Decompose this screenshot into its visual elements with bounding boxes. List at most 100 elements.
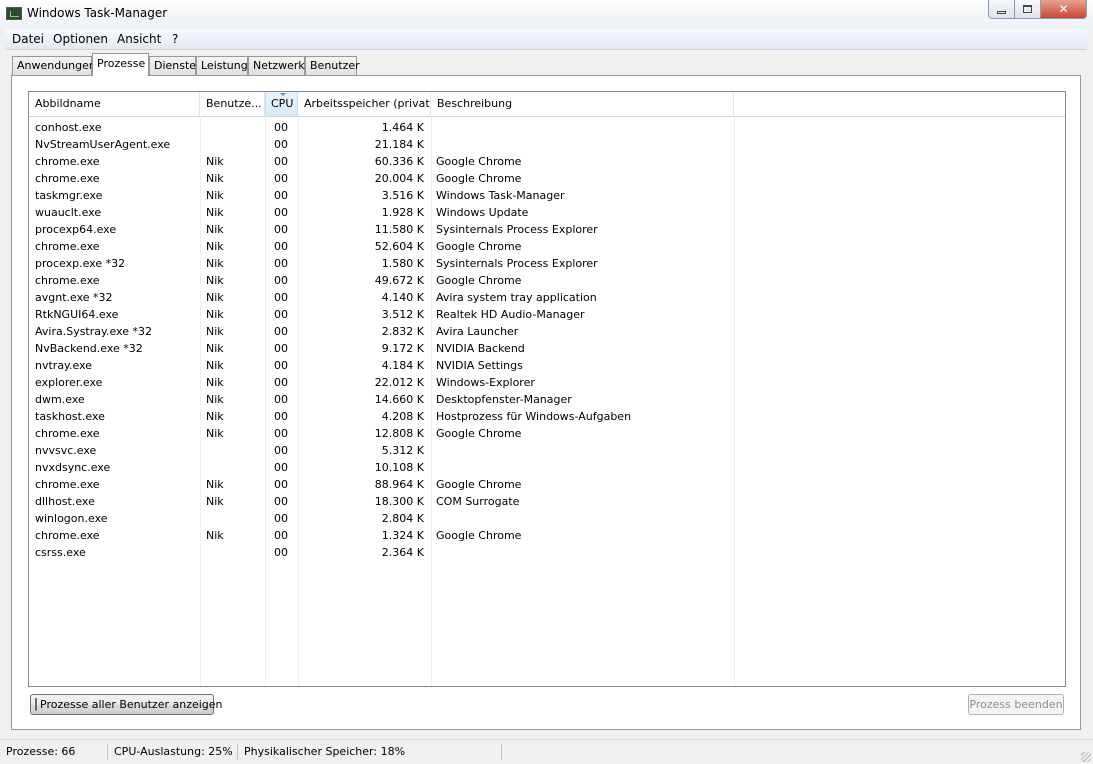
process-cpu-cell: 00 [274, 478, 288, 491]
table-row[interactable]: explorer.exe Nik 00 22.012 K Windows-Explore… [29, 374, 1065, 391]
process-cpu-cell: 00 [274, 308, 288, 321]
process-list[interactable]: Abbildname Benutze... CPU Arbeitsspeiche… [28, 91, 1066, 687]
minimize-button[interactable] [988, 0, 1015, 19]
maximize-button[interactable] [1015, 0, 1041, 19]
process-cpu-cell: 00 [274, 393, 288, 406]
table-row[interactable]: csrss.exe 00 2.364 K [29, 544, 1065, 561]
process-user-cell: Nik [206, 223, 224, 236]
column-header-name[interactable]: Abbildname [29, 92, 200, 116]
table-row[interactable]: chrome.exe Nik 00 1.324 K Google Chrome [29, 527, 1065, 544]
process-cpu-cell: 00 [274, 512, 288, 525]
process-user-cell: Nik [206, 274, 224, 287]
table-row[interactable]: nvvsvc.exe 00 5.312 K [29, 442, 1065, 459]
process-name-cell: nvxdsync.exe [35, 461, 111, 474]
close-button[interactable]: ✕ [1041, 0, 1087, 19]
table-row[interactable]: chrome.exe Nik 00 88.964 K Google Chrome [29, 476, 1065, 493]
process-memory-cell: 4.140 K [381, 291, 424, 304]
process-cpu-cell: 00 [274, 138, 288, 151]
process-user-cell: Nik [206, 206, 224, 219]
process-description-cell: Windows-Explorer [436, 376, 535, 389]
window-controls: ✕ [988, 0, 1087, 20]
process-memory-cell: 4.184 K [381, 359, 424, 372]
menu-optionen[interactable]: Optionen [53, 32, 108, 46]
process-name-cell: procexp64.exe [35, 223, 117, 236]
uac-shield-icon [35, 698, 37, 711]
process-cpu-cell: 00 [274, 376, 288, 389]
process-name-cell: nvvsvc.exe [35, 444, 97, 457]
menu-ansicht[interactable]: Ansicht [117, 32, 161, 46]
process-name-cell: nvtray.exe [35, 359, 93, 372]
table-row[interactable]: wuauclt.exe Nik 00 1.928 K Windows Update [29, 204, 1065, 221]
maximize-icon [1023, 5, 1032, 13]
process-name-cell: procexp.exe *32 [35, 257, 126, 270]
window-title: Windows Task-Manager [27, 6, 168, 20]
process-cpu-cell: 00 [274, 240, 288, 253]
table-row[interactable]: taskhost.exe Nik 00 4.208 K Hostprozess für … [29, 408, 1065, 425]
process-description-cell: Sysinternals Process Explorer [436, 223, 598, 236]
tab-prozesse[interactable]: Prozesse [92, 53, 149, 76]
process-memory-cell: 11.580 K [374, 223, 424, 236]
process-description-cell [436, 459, 731, 476]
table-row[interactable]: chrome.exe Nik 00 49.672 K Google Chrome [29, 272, 1065, 289]
process-user-cell: Nik [206, 427, 224, 440]
process-cpu-cell: 00 [274, 223, 288, 236]
process-cpu-cell: 00 [274, 121, 288, 134]
process-user-cell [206, 119, 264, 136]
table-row[interactable]: conhost.exe 00 1.464 K [29, 119, 1065, 136]
process-description-cell: Avira system tray application [436, 291, 597, 304]
table-row[interactable]: chrome.exe Nik 00 60.336 K Google Chrome [29, 153, 1065, 170]
process-description-cell: Windows Update [436, 206, 529, 219]
process-description-cell: Google Chrome [436, 155, 522, 168]
process-memory-cell: 1.324 K [381, 529, 424, 542]
table-row[interactable]: winlogon.exe 00 2.804 K [29, 510, 1065, 527]
table-row[interactable]: chrome.exe Nik 00 20.004 K Google Chrome [29, 170, 1065, 187]
table-row[interactable]: avgnt.exe *32 Nik 00 4.140 K Avira system tr… [29, 289, 1065, 306]
tab-leistung[interactable]: Leistung [196, 56, 248, 75]
table-row[interactable]: RtkNGUI64.exe Nik 00 3.512 K Realtek HD Audi… [29, 306, 1065, 323]
table-row[interactable]: NvBackend.exe *32 Nik 00 9.172 K NVIDIA Back… [29, 340, 1065, 357]
table-row[interactable]: nvxdsync.exe 00 10.108 K [29, 459, 1065, 476]
process-user-cell [206, 442, 264, 459]
process-description-cell: Google Chrome [436, 274, 522, 287]
table-row[interactable]: dwm.exe Nik 00 14.660 K Desktopfenster-Manag… [29, 391, 1065, 408]
column-header-user[interactable]: Benutze... [200, 92, 265, 116]
tab-netzwerk[interactable]: Netzwerk [248, 56, 305, 75]
tab-dienste[interactable]: Dienste [149, 56, 196, 75]
table-row[interactable]: dllhost.exe Nik 00 18.300 K COM Surrogate [29, 493, 1065, 510]
process-description-cell: Desktopfenster-Manager [436, 393, 572, 406]
menu-datei[interactable]: Datei [12, 32, 44, 46]
table-row[interactable]: chrome.exe Nik 00 12.808 K Google Chrome [29, 425, 1065, 442]
process-user-cell [206, 510, 264, 527]
column-header-cpu[interactable]: CPU [265, 92, 298, 116]
column-header-memory[interactable]: Arbeitsspeicher (privat... [298, 92, 431, 116]
process-user-cell [206, 136, 264, 153]
process-name-cell: chrome.exe [35, 155, 100, 168]
process-cpu-cell: 00 [274, 495, 288, 508]
table-row[interactable]: nvtray.exe Nik 00 4.184 K NVIDIA Settings [29, 357, 1065, 374]
process-description-cell [436, 119, 731, 136]
process-memory-cell: 20.004 K [374, 172, 424, 185]
table-row[interactable]: NvStreamUserAgent.exe 00 21.184 K [29, 136, 1065, 153]
process-name-cell: chrome.exe [35, 172, 100, 185]
process-description-cell: Avira Launcher [436, 325, 519, 338]
tab-anwendungen[interactable]: Anwendungen [12, 56, 96, 75]
process-name-cell: chrome.exe [35, 529, 100, 542]
table-row[interactable]: procexp.exe *32 Nik 00 1.580 K Sysinternals … [29, 255, 1065, 272]
table-row[interactable]: Avira.Systray.exe *32 Nik 00 2.832 K Avira L… [29, 323, 1065, 340]
process-name-cell: NvBackend.exe *32 [35, 342, 143, 355]
menu-help[interactable]: ? [172, 32, 178, 46]
process-memory-cell: 21.184 K [374, 138, 424, 151]
table-row[interactable]: procexp64.exe Nik 00 11.580 K Sysinternals P… [29, 221, 1065, 238]
minimize-icon [997, 10, 1006, 14]
process-user-cell [206, 544, 264, 561]
process-description-cell: Google Chrome [436, 478, 522, 491]
end-process-button[interactable]: Prozess beenden [968, 694, 1064, 715]
process-cpu-cell: 00 [274, 342, 288, 355]
tab-benutzer[interactable]: Benutzer [305, 56, 360, 75]
table-row[interactable]: chrome.exe Nik 00 52.604 K Google Chrome [29, 238, 1065, 255]
table-row[interactable]: taskmgr.exe Nik 00 3.516 K Windows Task-Mana… [29, 187, 1065, 204]
process-cpu-cell: 00 [274, 546, 288, 559]
show-all-users-button[interactable]: Prozesse aller Benutzer anzeigen [30, 694, 223, 715]
column-header-description[interactable]: Beschreibung [431, 92, 734, 116]
resize-grip[interactable] [1081, 752, 1091, 762]
